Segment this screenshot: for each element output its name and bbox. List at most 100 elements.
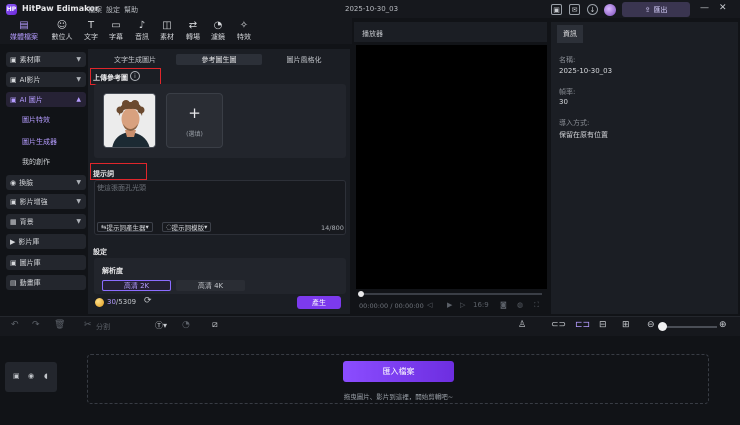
export-label: 匯出	[653, 5, 668, 14]
player-progress-handle[interactable]	[358, 291, 364, 297]
credit-coin-icon	[95, 298, 104, 307]
nav-video-enhance[interactable]: ▣ 影片增強 ▼	[6, 194, 86, 209]
chevron-down-icon: ▼	[76, 76, 81, 83]
tab-avatar[interactable]: ☺ 數位人	[46, 20, 78, 42]
play-icon[interactable]: ▶	[447, 301, 452, 309]
zoom-out-icon[interactable]: ⊖	[647, 320, 655, 330]
drop-hint-text: 拖曳圖片、影片到這裡，開始剪輯吧~	[343, 393, 454, 401]
track-audio-icon[interactable]: ◖	[44, 372, 48, 380]
import-mode-label: 導入方式:	[559, 119, 590, 127]
zoom-in-icon[interactable]: ⊕	[719, 320, 727, 330]
fullscreen-icon[interactable]: ⛶	[534, 301, 539, 310]
animation-icon: ▤	[10, 278, 17, 287]
background-icon: ▦	[10, 217, 17, 226]
chevron-down-icon: ▼	[76, 198, 81, 205]
zoom-slider-handle[interactable]	[658, 322, 667, 331]
chevron-down-icon: ▼	[76, 179, 81, 186]
nav-label: 背景	[19, 217, 34, 226]
crop-icon[interactable]: ⧄	[212, 320, 218, 330]
enhance-icon: ▣	[10, 197, 17, 206]
aspect-ratio-value: 16:9	[473, 301, 489, 309]
settings-title: 設定	[93, 248, 107, 256]
download-icon[interactable]: ↓	[587, 4, 598, 15]
next-frame-icon[interactable]: ▷	[460, 301, 465, 309]
nav-face-swap[interactable]: ◉ 換臉 ▼	[6, 175, 86, 190]
zoom-slider[interactable]	[663, 326, 717, 328]
delete-icon[interactable]: 🗑	[54, 320, 65, 330]
player-title: 播放器	[362, 30, 383, 38]
player-progress-bar[interactable]	[362, 293, 542, 295]
credits-display: 30/5309	[107, 298, 136, 306]
man-portrait-image	[104, 94, 155, 147]
prompt-generator-button[interactable]: ⇆ 提示詞產生器 ▾	[97, 222, 153, 232]
microphone-icon[interactable]: ♙	[518, 320, 526, 330]
undo-icon[interactable]: ↶	[11, 320, 19, 330]
nav-ai-video[interactable]: ▣ AI影片 ▼	[6, 72, 86, 87]
chevron-down-icon: ▾	[204, 223, 208, 231]
export-button[interactable]: ⇪ 匯出	[622, 2, 690, 17]
layout-icon[interactable]: ▣	[551, 4, 562, 15]
menu-file[interactable]: 檔案	[88, 5, 102, 15]
chevron-up-icon: ▲	[76, 96, 81, 103]
subtab-reference-to-image[interactable]: 參考圖生圖	[176, 54, 262, 65]
nav-label: 圖片庫	[19, 258, 41, 267]
nav-animation-library[interactable]: ▤ 動畫庫	[6, 275, 86, 290]
magnet-icon[interactable]: ⊏⊐	[575, 320, 590, 330]
player-screen[interactable]	[356, 45, 547, 289]
nav-label: AI影片	[19, 75, 41, 84]
text-tool-icon[interactable]: Ⓣ▾	[155, 320, 167, 331]
close-icon[interactable]: ✕	[719, 3, 727, 13]
nav-image-generator[interactable]: 圖片生成器	[22, 137, 57, 147]
nav-my-creations[interactable]: 我的創作	[22, 157, 50, 167]
import-files-button[interactable]: 匯入檔案	[343, 361, 454, 382]
feedback-icon[interactable]: ✉	[569, 4, 580, 15]
tab-effects[interactable]: ✧ 特效	[228, 20, 260, 42]
refresh-icon[interactable]: ⟳	[144, 296, 152, 306]
tab-media[interactable]: ▤ 媒體檔案	[8, 20, 40, 42]
prompt-library-button[interactable]: ◌ 提示詞模版 ▾	[162, 222, 212, 232]
reference-photo-thumbnail[interactable]	[103, 93, 156, 148]
subtab-image-stylize[interactable]: 圖片風格化	[262, 54, 346, 65]
user-avatar[interactable]	[604, 4, 616, 16]
highlight-box-prompt	[90, 163, 147, 180]
resolution-2k-option[interactable]: 高清 2K	[102, 280, 171, 291]
menu-help[interactable]: 幫助	[124, 5, 138, 15]
resolution-4k-option[interactable]: 高清 4K	[176, 280, 245, 291]
player-timecode: 00:00:00 / 00:00:00	[359, 302, 424, 310]
link-icon[interactable]: ⊂⊃	[551, 320, 566, 330]
speed-icon[interactable]: ◔	[182, 320, 190, 330]
generate-button[interactable]: 產生	[297, 296, 341, 309]
snap-icon[interactable]: ⊟	[599, 320, 607, 330]
split-icon[interactable]: ✂	[84, 320, 92, 330]
menu-settings[interactable]: 設定	[106, 5, 120, 15]
highlight-box-upload	[90, 68, 161, 85]
face-swap-icon: ◉	[10, 178, 17, 187]
nav-label: 換臉	[19, 178, 34, 187]
previous-frame-icon[interactable]: ◁	[427, 301, 432, 309]
nav-video-library[interactable]: ▶ 影片庫	[6, 234, 86, 249]
tab-info[interactable]: 資訊	[557, 25, 583, 43]
aspect-ratio-select[interactable]: 16:9	[473, 301, 489, 309]
track-video-icon[interactable]: ▣	[13, 372, 20, 380]
nav-background[interactable]: ▦ 背景 ▼	[6, 214, 86, 229]
subtab-text-to-image[interactable]: 文字生成圖片	[92, 54, 178, 65]
preview-quality-icon[interactable]: ⊞	[622, 320, 630, 330]
snapshot-icon[interactable]: ◙	[500, 301, 507, 309]
nav-ai-image[interactable]: ▣ AI 圖片 ▲	[6, 92, 86, 107]
redo-icon[interactable]: ↷	[32, 320, 40, 330]
chevron-down-icon: ▼	[76, 218, 81, 225]
volume-icon[interactable]: ◍	[517, 301, 523, 309]
track-visibility-icon[interactable]: ◉	[28, 372, 34, 380]
credits-used: 30	[107, 298, 116, 306]
split-label: 分割	[96, 323, 110, 331]
nav-label: 影片增強	[19, 197, 48, 206]
nav-image-library[interactable]: ▣ 圖片庫	[6, 255, 86, 270]
nav-image-effects[interactable]: 圖片特效	[22, 115, 50, 125]
effects-icon: ✧	[239, 20, 249, 31]
prompt-library-label: 提示詞模版	[171, 224, 205, 232]
minimize-icon[interactable]: —	[700, 3, 709, 13]
nav-stock-library[interactable]: ▣ 素材庫 ▼	[6, 52, 86, 67]
nav-label: AI 圖片	[19, 95, 43, 104]
ai-image-icon: ▣	[10, 95, 17, 104]
export-icon: ⇪	[644, 5, 651, 14]
